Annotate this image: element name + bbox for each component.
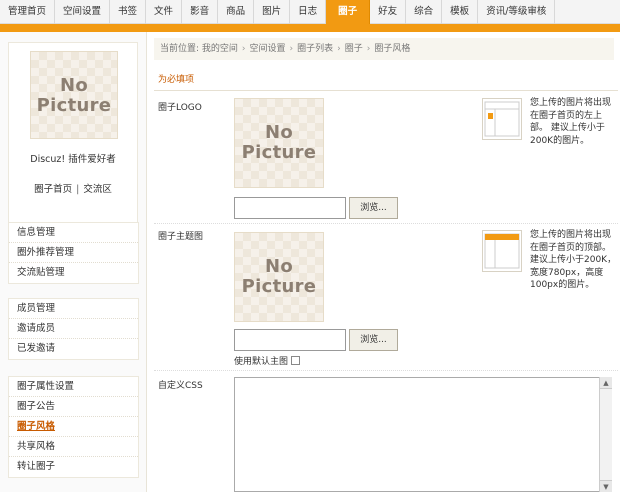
breadcrumb-arrow-icon: › [289,44,294,54]
sidebar-item-sent-invites[interactable]: 已发邀请 [9,339,138,359]
logo-label: 圈子LOGO [158,103,202,113]
logo-placeholder-line-2: Picture [241,142,317,163]
breadcrumb-arrow-icon: › [366,44,371,54]
row-divider [154,223,618,224]
profile-box: No Picture Discuz! 插件爱好者 圈子首页 | 交流区 [8,42,138,234]
avatar-placeholder-line-1: No [59,75,89,96]
link-separator: | [76,184,80,195]
default-banner-checkbox[interactable] [291,356,301,365]
banner-file-input[interactable] [234,329,346,351]
banner-position-icon [482,230,522,272]
sidebar-item-external-recommend[interactable]: 圈外推荐管理 [9,243,138,263]
banner-browse-button[interactable]: 浏览... [349,329,398,351]
scroll-up-icon[interactable]: ▲ [600,377,612,389]
nav-accent-bar [0,24,620,32]
sidebar-item-transfer[interactable]: 转让圈子 [9,457,138,477]
sidebar-item-info-manage[interactable]: 信息管理 [9,223,138,243]
tab-blog[interactable]: 日志 [290,0,327,24]
logo-placeholder-line-1: No [264,122,294,143]
forum-link[interactable]: 交流区 [83,184,112,195]
sidebar-item-shared-style[interactable]: 共享风格 [9,437,138,457]
banner-placeholder-text: No Picture [235,257,323,297]
menu-group-members: 成员管理 邀请成员 已发邀请 [8,298,139,360]
breadcrumb-space-settings[interactable]: 空间设置 [250,44,286,54]
menu-group-settings: 圈子属性设置 圈子公告 圈子风格 共享风格 转让圈子 [8,376,139,478]
tab-space-settings[interactable]: 空间设置 [55,0,111,24]
sidebar: No Picture Discuz! 插件爱好者 圈子首页 | 交流区 信息管理 圈… [0,32,147,492]
sidebar-item-style[interactable]: 圈子风格 [9,417,138,437]
breadcrumb-circle-list[interactable]: 圈子列表 [297,44,333,54]
tab-goods[interactable]: 商品 [218,0,255,24]
custom-css-textarea[interactable] [234,377,612,492]
layout-left-top-icon [484,101,520,137]
logo-help-text: 您上传的图片将出现在圈子首页的左上部。 建议上传小于200K的图片。 [530,98,612,146]
sidebar-item-member-manage[interactable]: 成员管理 [9,299,138,319]
profile-links: 圈子首页 | 交流区 [9,181,137,195]
banner-label: 圈子主题图 [158,232,204,242]
required-note: 为必填项 [158,75,195,85]
breadcrumb-circle-style: 圈子风格 [374,44,411,54]
breadcrumb-arrow-icon: › [241,44,246,54]
avatar-placeholder-line-2: Picture [36,95,112,116]
banner-placeholder-line-2: Picture [241,276,317,297]
section-divider [154,90,618,91]
scroll-down-icon[interactable]: ▼ [600,480,612,492]
banner-preview: No Picture [234,232,324,322]
tab-media[interactable]: 影音 [182,0,219,24]
tab-templates[interactable]: 模板 [442,0,479,24]
tab-circle[interactable]: 圈子 [326,0,371,24]
breadcrumb-arrow-icon: › [337,44,341,54]
css-scrollbar[interactable]: ▲ ▼ [599,377,612,492]
breadcrumb-current: 当前位置: 我的空间 [160,44,238,54]
default-banner-option: 使用默认主图 [234,354,301,367]
logo-placeholder-text: No Picture [235,123,323,163]
menu-group-info: 信息管理 圈外推荐管理 交流贴管理 [8,222,139,284]
sidebar-item-announcement[interactable]: 圈子公告 [9,397,138,417]
sidebar-item-post-manage[interactable]: 交流贴管理 [9,263,138,283]
row-divider [154,370,618,371]
tab-news-review[interactable]: 资讯/等级审核 [478,0,556,24]
circle-home-link[interactable]: 圈子首页 [34,184,72,195]
tab-pictures[interactable]: 图片 [254,0,291,24]
breadcrumb: 当前位置: 我的空间 › 空间设置 › 圈子列表 › 圈子 › 圈子风格 [154,38,614,60]
tab-admin-home[interactable]: 管理首页 [0,0,56,24]
tab-files[interactable]: 文件 [146,0,183,24]
layout-top-banner-icon [484,233,520,269]
banner-placeholder-line-1: No [264,256,294,277]
default-banner-label: 使用默认主图 [234,357,289,367]
banner-help-text: 您上传的图片将出现在圈子首页的顶部。建议上传小于200K，宽度780px，高度1… [530,230,617,290]
css-label: 自定义CSS [158,381,203,391]
logo-preview: No Picture [234,98,324,188]
tab-bookmarks[interactable]: 书签 [110,0,147,24]
top-nav: 管理首页 空间设置 书签 文件 影音 商品 图片 日志 圈子 好友 综合 模板 … [0,0,620,24]
scrollbar-track[interactable]: ▲ ▼ [599,377,612,492]
avatar[interactable]: No Picture [30,51,118,139]
logo-browse-button[interactable]: 浏览... [349,197,398,219]
breadcrumb-circle[interactable]: 圈子 [345,44,363,54]
sidebar-item-attributes[interactable]: 圈子属性设置 [9,377,138,397]
main-content: 当前位置: 我的空间 › 空间设置 › 圈子列表 › 圈子 › 圈子风格 为必填项 圈子LOGO… [150,32,620,492]
tab-friends[interactable]: 好友 [370,0,407,24]
sidebar-item-invite-members[interactable]: 邀请成员 [9,319,138,339]
profile-name: Discuz! 插件爱好者 [30,154,116,165]
logo-file-input[interactable] [234,197,346,219]
tab-general[interactable]: 综合 [406,0,443,24]
logo-position-icon [482,98,522,140]
avatar-placeholder-text: No Picture [31,76,117,116]
